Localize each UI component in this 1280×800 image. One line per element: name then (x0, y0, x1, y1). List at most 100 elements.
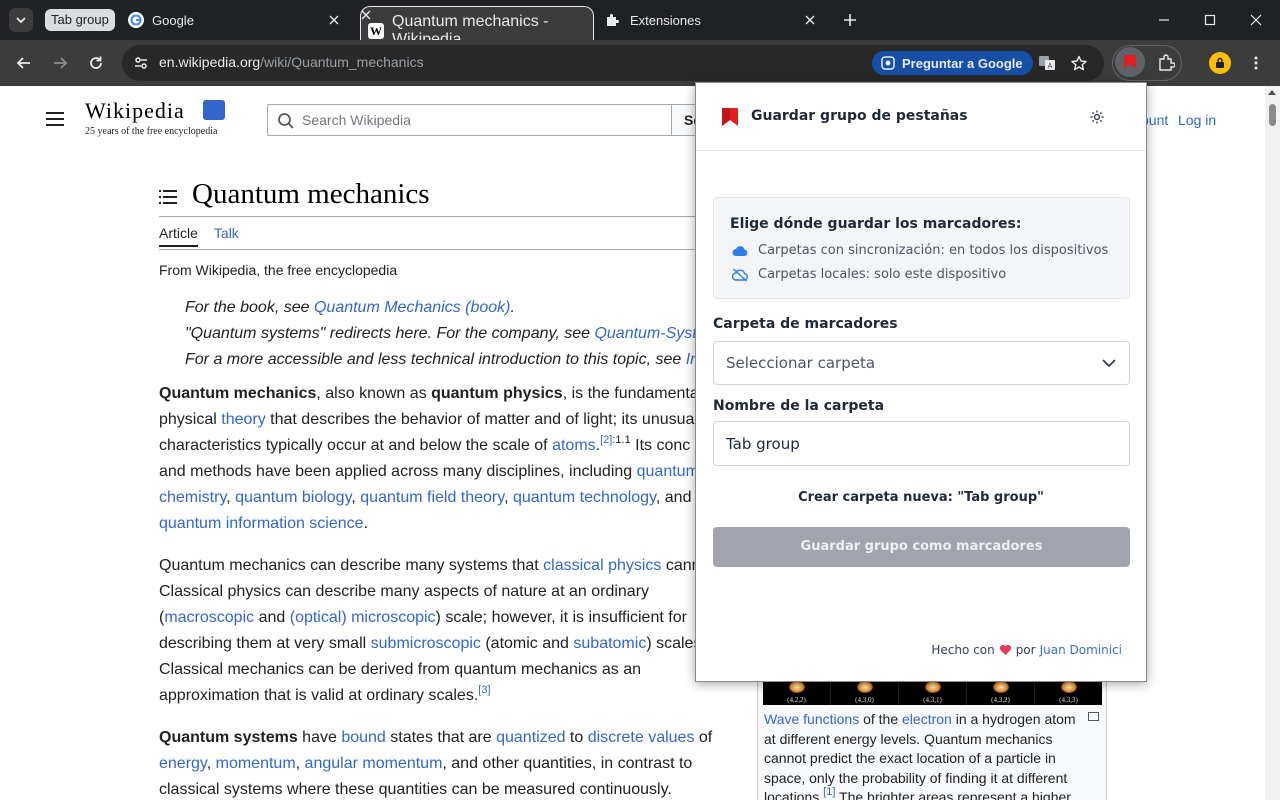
tab-extensions[interactable]: Extensiones (604, 6, 826, 34)
hatnote: For a more accessible and less technical… (185, 351, 700, 368)
article-link[interactable]: momentum (216, 755, 296, 772)
profile-avatar[interactable] (1209, 52, 1231, 74)
article-link[interactable]: chemistry (159, 489, 226, 506)
folder-name-input[interactable] (713, 421, 1130, 466)
url-host: en.wikipedia.org (159, 54, 261, 70)
back-button[interactable] (11, 50, 37, 76)
footer-by-text: por (1015, 643, 1036, 657)
scroll-up-arrow-icon[interactable] (1268, 90, 1276, 95)
reload-button[interactable] (83, 50, 109, 76)
hatnote: For the book, see Quantum Mechanics (boo… (185, 299, 515, 316)
extensions-menu-button[interactable] (1153, 50, 1179, 76)
save-group-button[interactable]: Guardar grupo como marcadores (713, 527, 1130, 567)
article-link[interactable]: atoms (552, 437, 596, 454)
citation-link[interactable]: [2] (600, 434, 612, 446)
address-bar[interactable]: en.wikipedia.org/wiki/Quantum_mechanics … (122, 45, 1104, 81)
table-of-contents-icon[interactable] (159, 190, 177, 204)
paragraph: Quantum mechanics can describe many syst… (159, 557, 702, 704)
scroll-thumb[interactable] (1269, 104, 1276, 126)
citation-link[interactable]: [3] (478, 684, 490, 696)
hatnote: "Quantum systems" redirects here. For th… (185, 325, 697, 342)
folder-label: Carpeta de marcadores (713, 316, 898, 332)
figure-caption: Wave functions of the electron in a hydr… (764, 711, 1076, 800)
article-link[interactable]: submicroscopic (371, 635, 481, 652)
article-link[interactable]: electron (902, 711, 952, 727)
article-link[interactable]: macroscopic (164, 609, 254, 626)
chevron-down-icon (16, 17, 26, 24)
info-local-row: Carpetas locales: solo este dispositivo (732, 267, 1006, 282)
from-wikipedia-line: From Wikipedia, the free encyclopedia (159, 262, 398, 278)
article-link[interactable]: Wave functions (764, 711, 859, 727)
tab-title: Google (152, 12, 194, 28)
article-link[interactable]: quantized (496, 729, 565, 746)
tab-group-saver-popup: Guardar grupo de pestañas Elige dónde gu… (695, 82, 1147, 682)
tab-article[interactable]: Article (159, 225, 198, 247)
login-link[interactable]: Log in (1178, 112, 1216, 128)
browser-menu-button[interactable] (1243, 50, 1269, 76)
page-title: Quantum mechanics (192, 178, 430, 210)
maximize-icon (1204, 14, 1216, 26)
article-link[interactable]: discrete values (588, 729, 695, 746)
figure-cell-label: (4,3,1) (923, 696, 942, 704)
close-window-button[interactable] (1244, 8, 1268, 32)
hatnote-link[interactable]: Quantum Mechanics (book) (314, 299, 511, 316)
wikipedia-logo[interactable]: Wikipedia 25 years of the free encyclope… (85, 98, 225, 137)
close-icon (329, 15, 339, 25)
bookmark-flag-icon (722, 108, 738, 126)
article-link[interactable]: quantum field theory (360, 489, 504, 506)
article-link[interactable]: quantum technology (513, 489, 656, 506)
article-link[interactable]: energy (159, 755, 207, 772)
info-sync-row: Carpetas con sincronización: en todos lo… (732, 243, 1108, 258)
article-link[interactable]: (optical) microscopic (290, 609, 436, 626)
close-icon (1250, 14, 1262, 26)
article-link[interactable]: quantum (637, 463, 699, 480)
bookmark-star-button[interactable] (1069, 53, 1089, 73)
article-link[interactable]: quantum information science (159, 515, 364, 532)
site-info-button[interactable] (131, 53, 151, 73)
tab-search-button[interactable] (9, 8, 33, 32)
article-link[interactable]: classical physics (543, 557, 661, 574)
back-arrow-icon (16, 57, 30, 69)
gear-icon[interactable] (1089, 109, 1105, 125)
url-text[interactable]: en.wikipedia.org/wiki/Quantum_mechanics (159, 54, 424, 70)
maximize-button[interactable] (1198, 8, 1222, 32)
folder-select-value: Seleccionar carpeta (726, 354, 876, 372)
translate-button[interactable]: A (1037, 53, 1057, 73)
hydrogen-wavefunctions-image[interactable]: (4,2,2) (4,3,0) (4,3,1) (4,3,2) (4,3,3) (763, 679, 1102, 705)
figure-cell-label: (4,2,2) (787, 696, 806, 704)
minimize-icon (1159, 19, 1169, 21)
hatnote-link[interactable]: Quantum-Syst (594, 325, 696, 342)
forward-button[interactable] (47, 50, 73, 76)
tab-google[interactable]: Google (128, 6, 350, 34)
main-menu-icon[interactable] (46, 112, 64, 126)
article-link[interactable]: subatomic (573, 635, 646, 652)
info-title: Elige dónde guardar los marcadores: (730, 216, 1022, 232)
close-tab-button[interactable] (802, 12, 818, 28)
citation-link[interactable]: [1] (823, 786, 835, 798)
article-link[interactable]: bound (341, 729, 386, 746)
tab-wikipedia-active[interactable]: W Quantum mechanics - Wikipedia (360, 6, 594, 48)
tab-group-chip[interactable]: Tab group (45, 9, 115, 31)
tab-talk[interactable]: Talk (214, 225, 239, 247)
paragraph: Quantum systems have bound states that a… (159, 729, 713, 798)
create-folder-link[interactable]: Crear carpeta nueva: "Tab group" (696, 490, 1146, 505)
author-link[interactable]: Juan Dominici (1040, 643, 1122, 657)
article-link[interactable]: quantum biology (235, 489, 351, 506)
enlarge-icon[interactable] (1088, 712, 1099, 721)
page-scrollbar[interactable] (1265, 86, 1280, 800)
ask-google-button[interactable]: Preguntar a Google (872, 51, 1033, 75)
figure-cell-label: (4,3,0) (855, 696, 874, 704)
cloud-icon (732, 245, 748, 256)
minimize-button[interactable] (1152, 8, 1176, 32)
new-tab-button[interactable] (838, 8, 862, 32)
translate-icon: A (1039, 56, 1055, 70)
article-link[interactable]: angular momentum (305, 755, 443, 772)
search-input[interactable] (302, 105, 662, 135)
paragraph: Quantum mechanics, also known as quantum… (159, 385, 699, 532)
tab-group-saver-extension-button[interactable] (1115, 47, 1145, 77)
popup-header: Guardar grupo de pestañas (696, 83, 1146, 151)
article-link[interactable]: theory (221, 411, 265, 428)
wikipedia-tagline: 25 years of the free encyclopedia (85, 126, 218, 137)
folder-select[interactable]: Seleccionar carpeta (713, 341, 1130, 385)
close-tab-button[interactable] (326, 12, 342, 28)
